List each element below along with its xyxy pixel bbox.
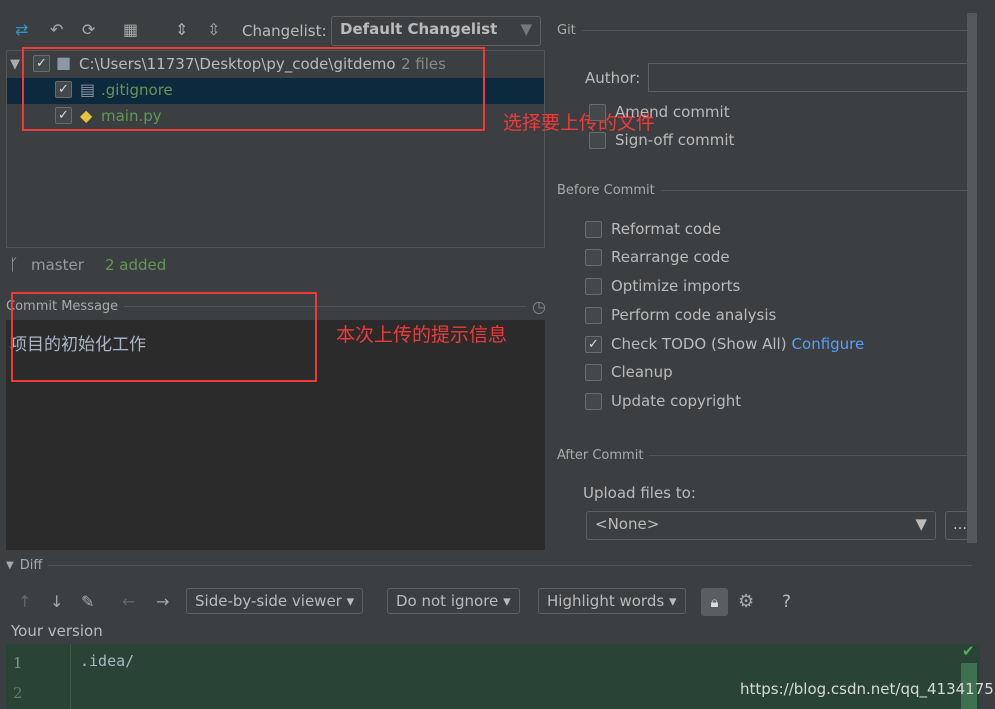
branch-icon: ᚴ: [9, 255, 19, 274]
check-icon: ✔: [962, 642, 975, 660]
check-todo-label: Check TODO (Show All): [611, 335, 787, 353]
author-label: Author:: [585, 69, 641, 87]
gear-icon[interactable]: ⚙: [738, 591, 754, 612]
reformat-label: Reformat code: [611, 220, 721, 238]
arrow-right-icon[interactable]: →: [156, 592, 169, 611]
chevron-down-icon: ▾: [503, 592, 511, 610]
rearrange-checkbox[interactable]: [585, 248, 602, 266]
scrollbar[interactable]: [967, 13, 977, 543]
changelist-dropdown[interactable]: Default Changelist ▼: [331, 16, 541, 46]
highlight-value: Highlight words: [547, 592, 665, 610]
signoff-label: Sign-off commit: [615, 131, 735, 149]
ignore-value: Do not ignore: [396, 592, 499, 610]
line-number: 1: [13, 654, 23, 672]
ignore-dropdown[interactable]: Do not ignore ▾: [387, 588, 520, 614]
changelist-label: Changelist:: [242, 22, 327, 40]
added-count: 2 added: [105, 256, 167, 274]
edit-pencil-icon[interactable]: ✎: [81, 592, 94, 611]
refresh-icon[interactable]: ⟳: [82, 20, 95, 39]
chevron-down-icon: ▼: [520, 20, 532, 38]
collapse-all-icon[interactable]: ⇳: [207, 20, 220, 39]
expand-triangle-icon[interactable]: ▼: [10, 57, 20, 72]
arrow-left-icon[interactable]: ←: [122, 592, 135, 611]
chevron-down-icon: ▾: [668, 592, 677, 610]
group-by-icon[interactable]: ▦: [123, 20, 138, 39]
optimize-imports-checkbox[interactable]: [585, 277, 602, 295]
git-section-title: Git: [557, 23, 576, 38]
update-copyright-label: Update copyright: [611, 392, 742, 410]
commit-arrows-icon[interactable]: ⇄: [15, 20, 28, 39]
rollback-icon[interactable]: ↶: [50, 20, 63, 39]
check-todo-checkbox[interactable]: ✓: [585, 335, 602, 353]
changelist-value: Default Changelist: [340, 20, 498, 38]
chevron-down-icon: ▼: [915, 515, 927, 533]
upload-label: Upload files to:: [583, 484, 696, 502]
highlight-dropdown[interactable]: Highlight words ▾: [538, 588, 686, 614]
diff-title: Diff: [19, 558, 43, 573]
history-clock-icon[interactable]: ◷: [532, 297, 546, 316]
code-analysis-checkbox[interactable]: [585, 306, 602, 324]
highlight-box: [22, 47, 485, 131]
before-commit-title: Before Commit: [557, 183, 655, 198]
amend-checkbox[interactable]: [589, 103, 606, 121]
reformat-checkbox[interactable]: [585, 220, 602, 238]
rearrange-label: Rearrange code: [611, 248, 730, 266]
viewer-value: Side-by-side viewer: [195, 592, 342, 610]
amend-label: Amend commit: [615, 103, 730, 121]
diff-editor[interactable]: 1 .idea/ 2 ✔: [6, 642, 980, 709]
code-analysis-label: Perform code analysis: [611, 306, 777, 324]
lock-icon[interactable]: 🔒︎: [701, 588, 728, 616]
watermark: https://blog.csdn.net/qq_41341757: [740, 680, 995, 698]
highlight-box: [11, 292, 317, 382]
arrow-up-icon[interactable]: ↑: [18, 592, 31, 611]
author-input[interactable]: [648, 63, 972, 92]
chevron-down-icon: ▾: [346, 592, 355, 610]
arrow-down-icon[interactable]: ↓: [50, 592, 63, 611]
help-button[interactable]: ?: [782, 592, 791, 612]
branch-name[interactable]: master: [31, 256, 84, 274]
expand-all-icon[interactable]: ⇕: [175, 20, 188, 39]
cleanup-label: Cleanup: [611, 363, 673, 381]
configure-link[interactable]: Configure: [792, 335, 865, 353]
signoff-checkbox[interactable]: [589, 131, 606, 149]
update-copyright-checkbox[interactable]: [585, 392, 602, 410]
code-line: .idea/: [80, 652, 135, 670]
viewer-dropdown[interactable]: Side-by-side viewer ▾: [186, 588, 364, 614]
cleanup-checkbox[interactable]: [585, 363, 602, 381]
collapse-triangle-icon[interactable]: ▼: [6, 560, 14, 571]
line-number: 2: [13, 684, 23, 702]
your-version-label: Your version: [11, 622, 103, 640]
after-commit-title: After Commit: [557, 448, 644, 463]
optimize-imports-label: Optimize imports: [611, 277, 741, 295]
upload-dropdown[interactable]: <None> ▼: [586, 511, 936, 540]
annotation-commit-hint: 本次上传的提示信息: [336, 324, 508, 346]
upload-value: <None>: [595, 515, 660, 533]
